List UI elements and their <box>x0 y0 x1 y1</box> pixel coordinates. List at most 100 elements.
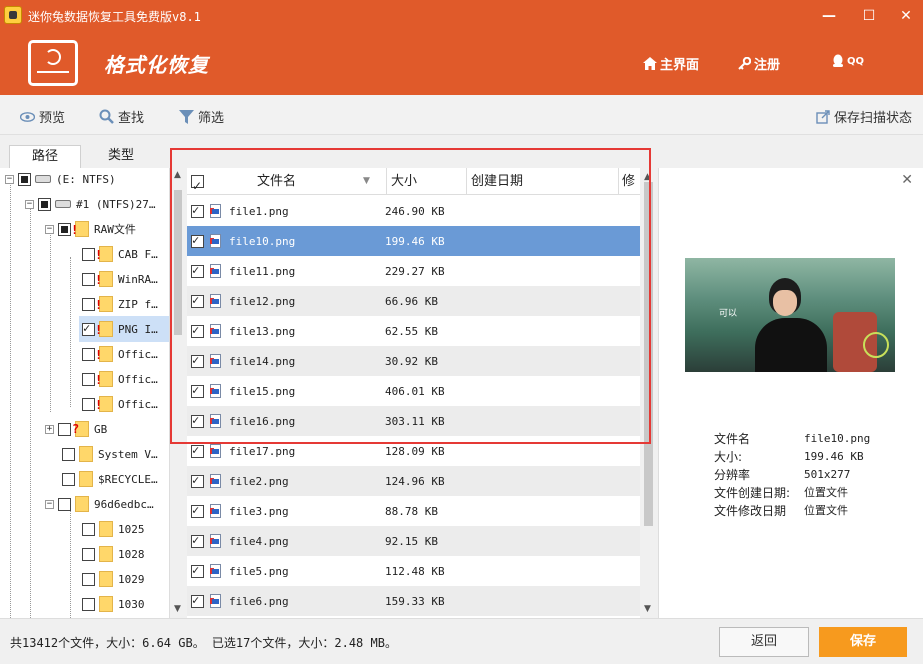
tree-item-label: ZIP f… <box>118 297 158 311</box>
tab-path[interactable]: 路径 <box>9 145 81 168</box>
tree-item[interactable]: Offic… <box>82 343 158 365</box>
tree-item-selected[interactable]: PNG I… <box>79 316 169 342</box>
warning-folder-icon <box>71 221 89 237</box>
tree-item[interactable]: + GB <box>45 418 107 440</box>
qq-label: QQ <box>847 55 865 67</box>
collapse-toggle[interactable]: − <box>45 224 54 234</box>
tree-checkbox[interactable] <box>62 472 75 486</box>
tree-checkbox[interactable] <box>18 172 31 186</box>
tree-checkbox[interactable] <box>82 297 95 311</box>
preview-button[interactable]: 预览 <box>20 107 65 126</box>
file-row[interactable]: file3.png 88.78 KB <box>187 496 640 526</box>
file-size: 88.78 KB <box>385 504 438 518</box>
status-text: 共13412个文件，大小：6.64 GB。 已选17个文件，大小：2.48 MB… <box>10 636 397 650</box>
file-name: file17.png <box>229 444 296 458</box>
file-row[interactable]: file6.png 159.33 KB <box>187 586 640 616</box>
tree-item[interactable]: 1028 <box>82 543 145 565</box>
tree-checkbox[interactable] <box>82 572 95 586</box>
folder-icon <box>79 471 93 487</box>
warning-folder-icon <box>95 271 113 287</box>
tree-checkbox[interactable] <box>82 547 95 561</box>
drive-icon <box>35 175 51 183</box>
info-row: 大小: 199.46 KB <box>714 450 864 464</box>
tree-item[interactable]: − (E: NTFS) <box>5 168 116 190</box>
collapse-toggle[interactable]: − <box>5 174 14 184</box>
file-row[interactable]: file4.png 92.15 KB <box>187 526 640 556</box>
file-checkbox[interactable] <box>191 533 204 548</box>
tree-item[interactable]: − 96d6edbc… <box>45 493 154 515</box>
filter-label: 筛选 <box>198 111 225 126</box>
tree-item[interactable]: 1025 <box>82 518 145 540</box>
file-row[interactable]: file5.png 112.48 KB <box>187 556 640 586</box>
drive-icon <box>55 200 71 208</box>
maximize-button[interactable]: ☐ <box>857 4 881 28</box>
tree-item[interactable]: 1030 <box>82 593 145 615</box>
tree-checkbox[interactable] <box>82 321 95 336</box>
png-file-icon <box>210 504 221 518</box>
file-info: 文件名 file10.png 大小: 199.46 KB 分辨率 501x277… <box>714 430 870 520</box>
tree-item-label: CAB F… <box>118 247 158 261</box>
tree-checkbox[interactable] <box>82 597 95 611</box>
tree-checkbox[interactable] <box>58 497 71 511</box>
close-preview-icon[interactable]: ✕ <box>901 172 913 188</box>
app-icon <box>4 6 22 24</box>
home-button[interactable]: 主界面 <box>643 54 699 73</box>
key-icon <box>738 57 751 70</box>
qq-button[interactable]: QQ <box>832 54 864 68</box>
tree-item[interactable]: System V… <box>62 443 158 465</box>
tree-checkbox[interactable] <box>82 347 95 361</box>
expand-toggle[interactable]: + <box>45 424 54 434</box>
tree-checkbox[interactable] <box>38 197 51 211</box>
tree-checkbox[interactable] <box>58 222 71 236</box>
tree-item[interactable]: − RAW文件 <box>45 218 136 240</box>
tree-item[interactable]: Offic… <box>82 368 158 390</box>
tree-checkbox[interactable] <box>62 447 75 461</box>
tab-type[interactable]: 类型 <box>85 145 157 168</box>
collapse-toggle[interactable]: − <box>45 499 54 509</box>
filter-button[interactable]: 筛选 <box>179 107 224 126</box>
tree-checkbox[interactable] <box>82 397 95 411</box>
file-size: 128.09 KB <box>385 444 445 458</box>
tree-item-label: WinRA… <box>118 272 158 286</box>
file-size: 92.15 KB <box>385 534 438 548</box>
register-button[interactable]: 注册 <box>738 54 780 73</box>
info-row: 文件创建日期: 位置文件 <box>714 486 848 500</box>
file-checkbox[interactable] <box>191 563 204 578</box>
minimize-button[interactable]: — <box>817 4 841 28</box>
tree-item[interactable]: − #1 (NTFS)27… <box>25 193 155 215</box>
tree-item-label: System V… <box>98 447 158 461</box>
file-checkbox[interactable] <box>191 503 204 518</box>
tree-item[interactable]: WinRA… <box>82 268 158 290</box>
close-window-button[interactable]: ✕ <box>894 4 918 28</box>
preview-label: 预览 <box>39 111 66 126</box>
collapse-toggle[interactable]: − <box>25 199 34 209</box>
file-checkbox[interactable] <box>191 473 204 488</box>
warning-folder-icon <box>95 296 113 312</box>
tree-checkbox[interactable] <box>82 372 95 386</box>
tree-checkbox[interactable] <box>82 247 95 261</box>
tree-checkbox[interactable] <box>82 522 95 536</box>
tree-item[interactable]: ZIP f… <box>82 293 158 315</box>
scroll-down-icon[interactable]: ▼ <box>644 604 651 614</box>
save-button[interactable]: 保存 <box>819 627 907 657</box>
tree-item[interactable]: $RECYCLE… <box>62 468 158 490</box>
search-button[interactable]: 查找 <box>99 107 144 126</box>
file-row[interactable]: file2.png 124.96 KB <box>187 466 640 496</box>
tree-checkbox[interactable] <box>58 422 71 436</box>
export-icon <box>816 109 830 124</box>
tree-item[interactable]: Offic… <box>82 393 158 415</box>
folder-icon <box>79 446 93 462</box>
eye-icon <box>20 111 35 122</box>
folder-icon <box>75 496 89 512</box>
warning-folder-icon <box>95 246 113 262</box>
save-scan-state-button[interactable]: 保存扫描状态 <box>816 107 912 126</box>
tree-item-label: 1029 <box>118 572 145 586</box>
file-checkbox[interactable] <box>191 593 204 608</box>
tree-checkbox[interactable] <box>82 272 95 286</box>
tree-item-label: (E: NTFS) <box>56 172 116 186</box>
back-button[interactable]: 返回 <box>719 627 809 657</box>
tree-item[interactable]: CAB F… <box>82 243 158 265</box>
tree-item[interactable]: 1029 <box>82 568 145 590</box>
file-checkbox[interactable] <box>191 443 204 458</box>
scroll-down-icon[interactable]: ▼ <box>174 604 181 614</box>
